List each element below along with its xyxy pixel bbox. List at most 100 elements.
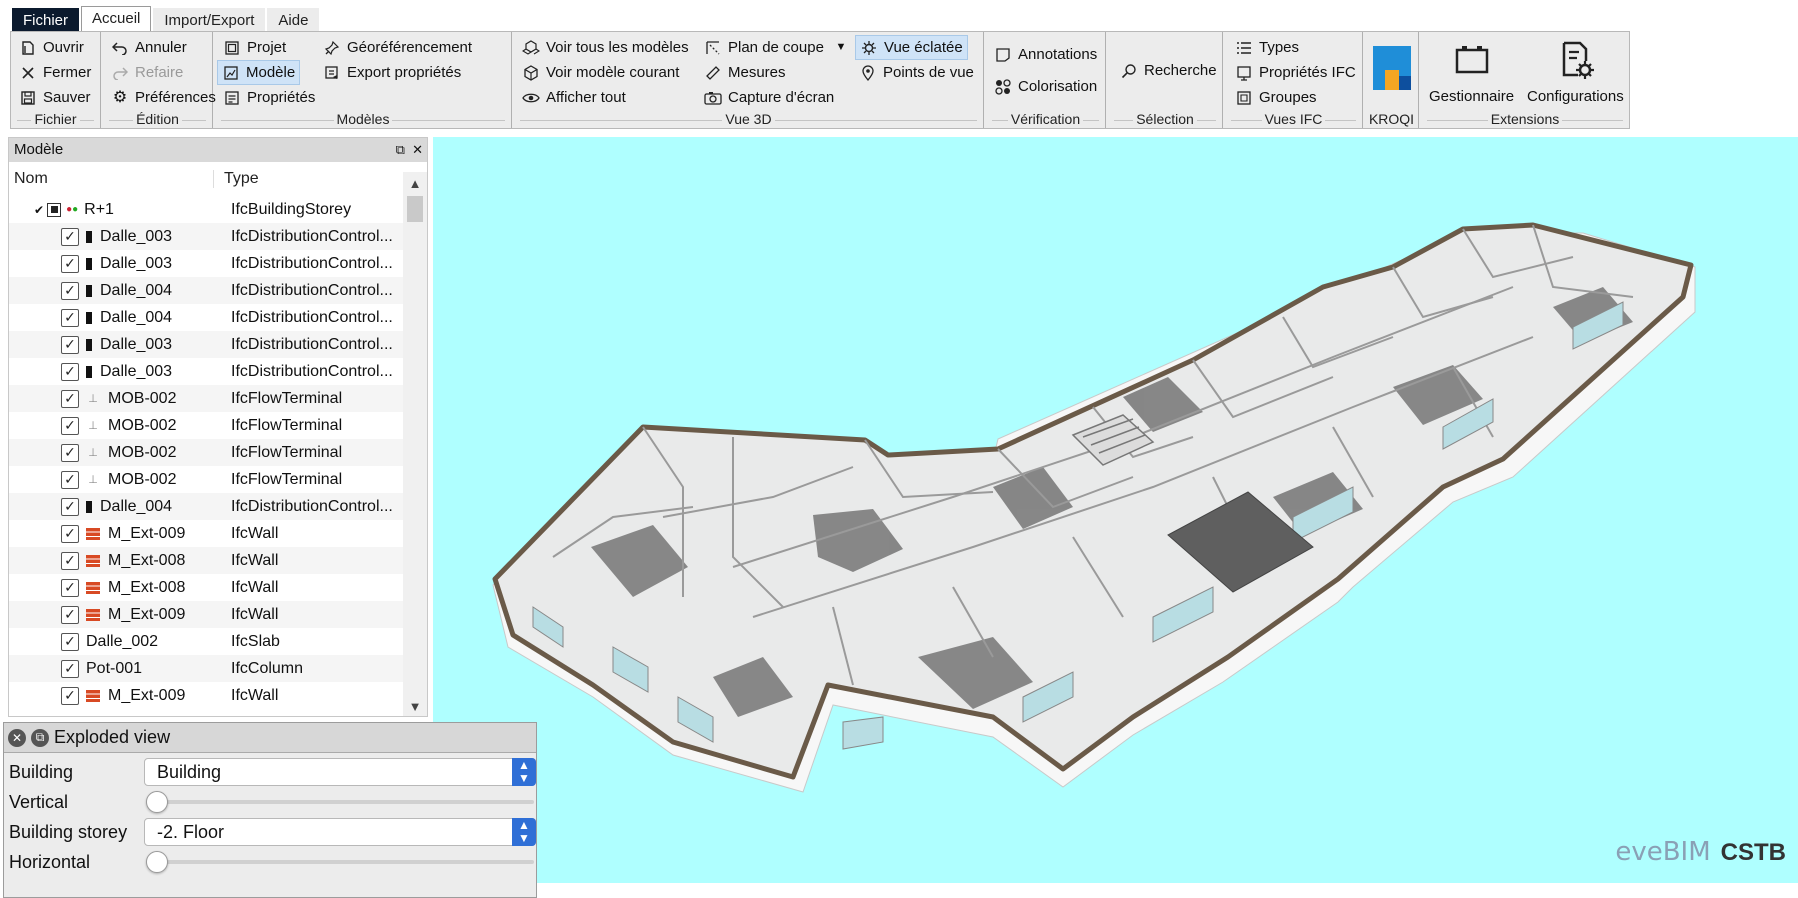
chevron-down-icon[interactable]: ▼ bbox=[832, 39, 850, 57]
row-checkbox[interactable]: ✓ bbox=[61, 524, 79, 543]
vertical-slider-knob[interactable] bbox=[146, 791, 168, 813]
tree-row[interactable]: ✓ ⊥ MOB-002 IfcFlowTerminal bbox=[9, 439, 404, 466]
vertical-slider[interactable] bbox=[146, 791, 534, 813]
close-label: Fermer bbox=[43, 64, 92, 81]
tab-import-export[interactable]: Import/Export bbox=[153, 8, 266, 32]
row-checkbox[interactable]: ✓ bbox=[61, 281, 79, 300]
tree-row[interactable]: ✓ Dalle_003 IfcDistributionControl... bbox=[9, 331, 404, 358]
row-checkbox[interactable]: ✓ bbox=[61, 605, 79, 624]
tree-row[interactable]: ✓ M_Ext-008 IfcWall bbox=[9, 574, 404, 601]
exploded-view-button[interactable]: Vue éclatée bbox=[855, 35, 968, 60]
row-checkbox[interactable]: ✓ bbox=[61, 227, 79, 246]
show-all-models-button[interactable]: Voir tous les modèles bbox=[518, 35, 693, 60]
tree-row[interactable]: ✓ M_Ext-009 IfcWall bbox=[9, 601, 404, 628]
row-checkbox[interactable]: ✓ bbox=[61, 578, 79, 597]
float-dialog-icon[interactable]: ⧉ bbox=[31, 728, 49, 747]
undo-button[interactable]: Annuler bbox=[107, 35, 191, 60]
tree-row[interactable]: ✓ Pot-001 IfcColumn bbox=[9, 655, 404, 682]
show-current-model-button[interactable]: Voir modèle courant bbox=[518, 60, 683, 85]
row-checkbox[interactable]: ✓ bbox=[61, 254, 79, 273]
row-checkbox[interactable]: ✓ bbox=[61, 362, 79, 381]
horizontal-slider[interactable] bbox=[146, 851, 534, 873]
building-select[interactable]: Building ▲ ▼ bbox=[144, 758, 536, 786]
3d-viewport[interactable]: eveBIM CSTB bbox=[433, 137, 1798, 883]
configurations-button[interactable]: Configurations bbox=[1527, 40, 1624, 105]
project-icon bbox=[223, 39, 241, 57]
open-button[interactable]: Ouvrir bbox=[15, 35, 88, 60]
group-label-selection: Sélection bbox=[1108, 111, 1222, 128]
georeferencing-button[interactable]: Géoréférencement bbox=[319, 35, 476, 60]
kroqi-button[interactable] bbox=[1373, 46, 1411, 90]
model-tree-scrollbar[interactable]: ▲ ▼ bbox=[403, 172, 427, 716]
row-checkbox[interactable]: ✓ bbox=[61, 551, 79, 570]
annotation-icon bbox=[994, 46, 1012, 64]
types-button[interactable]: Types bbox=[1231, 35, 1303, 60]
save-icon bbox=[19, 89, 37, 107]
row-checkbox[interactable]: ✓ bbox=[61, 470, 79, 489]
groups-button[interactable]: Groupes bbox=[1231, 85, 1321, 110]
redo-button[interactable]: Refaire bbox=[107, 60, 187, 85]
row-type: IfcDistributionControl... bbox=[231, 254, 393, 272]
close-dialog-icon[interactable]: ✕ bbox=[8, 728, 26, 747]
tree-root-row[interactable]: ✔ ●● R+1 IfcBuildingStorey bbox=[9, 196, 404, 223]
tree-row[interactable]: ✓ ⊥ MOB-002 IfcFlowTerminal bbox=[9, 412, 404, 439]
scroll-down-icon[interactable]: ▼ bbox=[403, 699, 427, 714]
tab-aide[interactable]: Aide bbox=[267, 8, 320, 32]
root-checkbox[interactable] bbox=[47, 202, 62, 217]
column-type-header[interactable]: Type bbox=[214, 170, 259, 188]
viewpoints-button[interactable]: Points de vue bbox=[855, 60, 978, 85]
tab-accueil[interactable]: Accueil bbox=[81, 6, 152, 32]
building-3d-model[interactable] bbox=[433, 137, 1798, 883]
ifc-properties-button[interactable]: Propriétés IFC bbox=[1231, 60, 1360, 85]
tree-row[interactable]: ✓ Dalle_003 IfcDistributionControl... bbox=[9, 223, 404, 250]
model-button[interactable]: Modèle bbox=[217, 60, 301, 85]
tree-row[interactable]: ✓ Dalle_004 IfcDistributionControl... bbox=[9, 493, 404, 520]
tree-row[interactable]: ✓ Dalle_004 IfcDistributionControl... bbox=[9, 304, 404, 331]
show-all-button[interactable]: Afficher tout bbox=[518, 85, 630, 110]
row-type: IfcDistributionControl... bbox=[231, 308, 393, 326]
manager-button[interactable]: Gestionnaire bbox=[1429, 40, 1514, 105]
row-checkbox[interactable]: ✓ bbox=[61, 443, 79, 462]
column-name-header[interactable]: Nom bbox=[9, 170, 214, 188]
colorization-button[interactable]: Colorisation bbox=[990, 74, 1101, 99]
row-checkbox[interactable]: ✓ bbox=[61, 659, 79, 678]
horizontal-slider-knob[interactable] bbox=[146, 851, 168, 873]
tree-row[interactable]: ✓ Dalle_002 IfcSlab bbox=[9, 628, 404, 655]
row-checkbox[interactable]: ✓ bbox=[61, 686, 79, 705]
search-button[interactable]: Recherche bbox=[1116, 58, 1221, 83]
chevron-down-icon[interactable]: ✔ bbox=[34, 203, 44, 217]
project-button[interactable]: Projet bbox=[219, 35, 290, 60]
row-checkbox[interactable]: ✓ bbox=[61, 632, 79, 651]
export-properties-button[interactable]: Export propriétés bbox=[319, 60, 465, 85]
tree-row[interactable]: ✓ M_Ext-009 IfcWall bbox=[9, 682, 404, 709]
properties-button[interactable]: Propriétés bbox=[219, 85, 319, 110]
scrollbar-thumb[interactable] bbox=[407, 196, 423, 222]
annotations-button[interactable]: Annotations bbox=[990, 42, 1101, 67]
tree-row[interactable]: ✓ Dalle_003 IfcDistributionControl... bbox=[9, 250, 404, 277]
tree-row[interactable]: ✓ M_Ext-009 IfcWall bbox=[9, 520, 404, 547]
building-storey-select[interactable]: -2. Floor ▲ ▼ bbox=[144, 818, 536, 846]
close-button[interactable]: Fermer bbox=[15, 60, 95, 85]
float-icon[interactable]: ⧉ bbox=[396, 142, 405, 157]
row-checkbox[interactable]: ✓ bbox=[61, 497, 79, 516]
types-label: Types bbox=[1259, 39, 1300, 56]
measures-button[interactable]: Mesures bbox=[700, 60, 790, 85]
tree-row[interactable]: ✓ M_Ext-008 IfcWall bbox=[9, 547, 404, 574]
tab-fichier[interactable]: Fichier bbox=[12, 8, 80, 32]
tree-row[interactable]: ✓ Dalle_003 IfcDistributionControl... bbox=[9, 358, 404, 385]
save-button[interactable]: Sauver bbox=[15, 85, 95, 110]
row-type: IfcFlowTerminal bbox=[231, 416, 343, 434]
tree-row[interactable]: ✓ Dalle_004 IfcDistributionControl... bbox=[9, 277, 404, 304]
row-checkbox[interactable]: ✓ bbox=[61, 308, 79, 327]
preferences-button[interactable]: ⚙ Préférences bbox=[107, 85, 220, 110]
close-panel-icon[interactable]: ✕ bbox=[412, 142, 423, 157]
row-checkbox[interactable]: ✓ bbox=[61, 335, 79, 354]
screenshot-button[interactable]: Capture d'écran bbox=[700, 85, 838, 110]
row-checkbox[interactable]: ✓ bbox=[61, 416, 79, 435]
tree-row[interactable]: ✓ ⊥ MOB-002 IfcFlowTerminal bbox=[9, 385, 404, 412]
section-plane-button[interactable]: Plan de coupe ▼ bbox=[700, 35, 854, 60]
row-name: Dalle_004 bbox=[100, 497, 173, 515]
scroll-up-icon[interactable]: ▲ bbox=[403, 176, 427, 191]
tree-row[interactable]: ✓ ⊥ MOB-002 IfcFlowTerminal bbox=[9, 466, 404, 493]
row-checkbox[interactable]: ✓ bbox=[61, 389, 79, 408]
